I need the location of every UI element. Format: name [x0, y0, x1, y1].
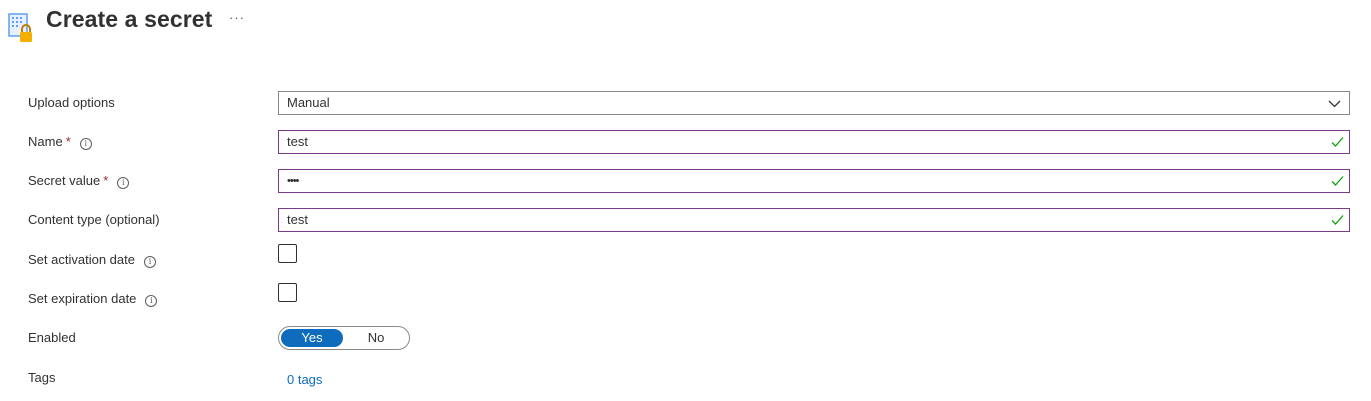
page-header: Create a secret ··· [0, 0, 1371, 50]
content-type-row: Content type (optional) test [0, 208, 1371, 232]
activation-date-label: Set activation date i [28, 248, 156, 272]
info-icon[interactable]: i [79, 138, 92, 150]
tags-row: Tags 0 tags [0, 366, 1371, 390]
name-label: Name * i [28, 130, 92, 154]
enabled-label: Enabled [28, 330, 76, 345]
expiration-date-label: Set expiration date i [28, 287, 158, 311]
name-input[interactable]: test [278, 130, 1350, 154]
enabled-yes-option[interactable]: Yes [281, 329, 343, 347]
required-marker: * [103, 173, 109, 188]
activation-date-row: Set activation date i [0, 244, 1371, 272]
secret-value-masked: •••• [287, 175, 299, 187]
upload-options-label: Upload options [28, 95, 115, 110]
enabled-row: Enabled Yes No [0, 326, 1371, 350]
content-type-value: test [287, 212, 308, 227]
expiration-date-row: Set expiration date i [0, 283, 1371, 311]
checkmark-icon [1331, 176, 1344, 186]
tags-label: Tags [28, 370, 56, 385]
tags-link[interactable]: 0 tags [287, 368, 322, 392]
content-type-input[interactable]: test [278, 208, 1350, 232]
enabled-no-option[interactable]: No [345, 329, 407, 347]
info-icon[interactable]: i [143, 256, 156, 268]
required-marker: * [65, 134, 71, 149]
activation-date-checkbox[interactable] [278, 244, 297, 263]
info-icon[interactable]: i [145, 295, 158, 307]
content-type-label: Content type (optional) [28, 212, 160, 227]
info-icon[interactable]: i [117, 177, 130, 189]
enabled-toggle[interactable]: Yes No [278, 326, 410, 350]
name-row: Name * i test [0, 130, 1371, 154]
secret-value-input[interactable]: •••• [278, 169, 1350, 193]
checkmark-icon [1331, 215, 1344, 225]
name-input-value: test [287, 134, 308, 149]
upload-options-value: Manual [287, 95, 330, 110]
chevron-down-icon [1328, 100, 1341, 108]
upload-options-dropdown[interactable]: Manual [278, 91, 1350, 115]
key-vault-secret-icon [8, 13, 32, 42]
checkmark-icon [1331, 137, 1344, 147]
more-options-button[interactable]: ··· [229, 10, 245, 25]
upload-options-row: Upload options Manual [0, 91, 1371, 115]
page-title: Create a secret [46, 6, 213, 32]
expiration-date-checkbox[interactable] [278, 283, 297, 302]
secret-value-label: Secret value * i [28, 169, 130, 193]
secret-value-row: Secret value * i •••• [0, 169, 1371, 193]
